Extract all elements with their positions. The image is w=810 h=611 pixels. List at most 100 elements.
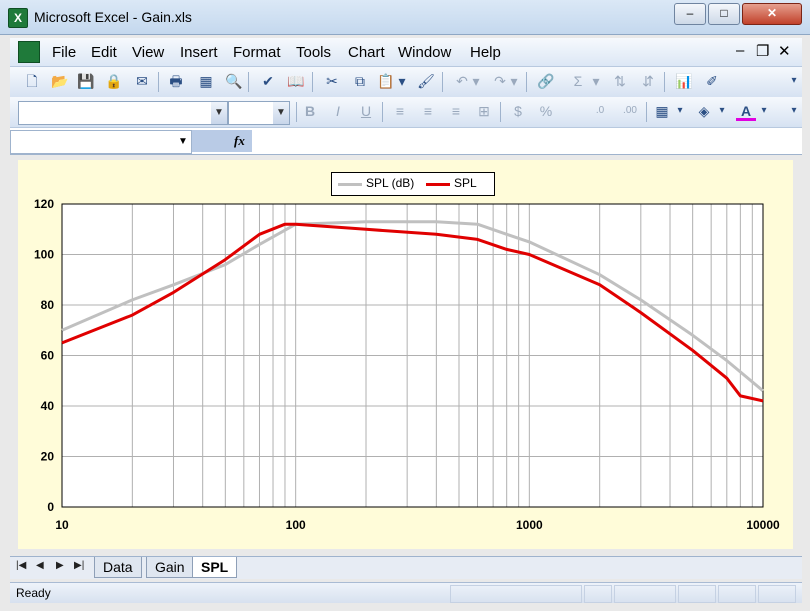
sort-descending-icon[interactable]: ⇵	[638, 71, 658, 91]
spelling-icon[interactable]: ✔	[258, 71, 278, 91]
italic-icon[interactable]: I	[328, 101, 348, 121]
align-left-icon[interactable]: ≡	[390, 101, 410, 121]
chart-area[interactable]: 0 20 40 60 80 100 120 10 100 1000 10000 SPL (dB) S…	[18, 160, 793, 549]
fx-icon[interactable]: fx	[234, 133, 245, 149]
workbook-close-button[interactable]: ✕	[778, 42, 791, 60]
last-sheet-icon[interactable]: ▶|	[74, 560, 84, 571]
title-bar: X Microsoft Excel - Gain.xls – □ ✕	[0, 0, 810, 35]
font-color-dropdown-icon[interactable]: ▾	[758, 101, 770, 121]
open-icon[interactable]: 📂	[50, 71, 70, 91]
align-right-icon[interactable]: ≡	[446, 101, 466, 121]
status-bar: Ready	[10, 582, 802, 603]
y-tick-label: 120	[34, 197, 54, 211]
paste-icon[interactable]: 📋	[376, 71, 396, 91]
menu-insert[interactable]: Insert	[180, 44, 218, 61]
close-button[interactable]: ✕	[742, 3, 802, 25]
tab-spl[interactable]: SPL	[192, 557, 238, 578]
redo-icon[interactable]: ↷	[490, 71, 510, 91]
permission-icon[interactable]: 🔒	[104, 71, 124, 91]
prev-sheet-icon[interactable]: ◀	[36, 560, 44, 571]
pdf-icon[interactable]: ▦	[196, 71, 216, 91]
hyperlink-icon[interactable]: 🔗	[536, 71, 556, 91]
drawing-icon[interactable]: ✐	[702, 71, 722, 91]
percent-icon[interactable]: %	[536, 101, 556, 121]
excel-app-icon[interactable]: X	[8, 8, 28, 28]
menu-tools[interactable]: Tools	[296, 44, 331, 61]
formula-bar: ▼ fx	[10, 128, 802, 155]
spl-chart[interactable]: 0 20 40 60 80 100 120 10 100 1000 10000	[18, 160, 793, 549]
autosum-icon[interactable]: Σ	[568, 71, 588, 91]
workbook-restore-button[interactable]: ❐	[756, 42, 769, 60]
workbook-icon[interactable]	[18, 41, 40, 63]
font-color-icon[interactable]: A	[736, 101, 756, 121]
paste-dropdown-icon[interactable]: ▾	[396, 71, 408, 91]
font-name-combo[interactable]: ▼	[18, 101, 228, 125]
save-icon[interactable]: 💾	[76, 71, 96, 91]
redo-dropdown-icon[interactable]: ▾	[508, 71, 520, 91]
status-cell	[718, 585, 756, 603]
decrease-decimal-icon[interactable]: .00	[620, 101, 640, 121]
fill-color-dropdown-icon[interactable]: ▾	[716, 101, 728, 121]
new-icon[interactable]: 🗋	[22, 71, 42, 91]
increase-decimal-icon[interactable]: .0	[590, 101, 610, 121]
workbook-minimize-button[interactable]: –	[736, 42, 744, 59]
cut-icon[interactable]: ✂	[322, 71, 342, 91]
print-preview-icon[interactable]: 🔍	[224, 71, 244, 91]
bold-icon[interactable]: B	[300, 101, 320, 121]
merge-center-icon[interactable]: ⊞	[474, 101, 494, 121]
menu-chart[interactable]: Chart	[348, 44, 385, 61]
borders-dropdown-icon[interactable]: ▾	[674, 101, 686, 121]
x-tick-label: 10000	[746, 518, 780, 532]
formatting-toolbar: ▼ ▼ B I U ≡ ≡ ≡ ⊞ $ % .0 .00 ▦ ▾ ◈ ▾ A ▾…	[10, 97, 802, 128]
name-box[interactable]: ▼	[10, 130, 192, 154]
legend-line-spl	[426, 183, 450, 186]
menu-format[interactable]: Format	[233, 44, 281, 61]
research-icon[interactable]: 📖	[286, 71, 306, 91]
y-tick-label: 40	[41, 399, 55, 413]
borders-icon[interactable]: ▦	[652, 101, 672, 121]
tab-gain[interactable]: Gain	[146, 557, 194, 578]
separator	[526, 72, 527, 92]
undo-icon[interactable]: ↶	[452, 71, 472, 91]
copy-icon[interactable]: ⧉	[350, 71, 370, 91]
separator	[296, 102, 297, 122]
status-cell	[450, 585, 582, 603]
sort-ascending-icon[interactable]: ⇅	[610, 71, 630, 91]
underline-icon[interactable]: U	[356, 101, 376, 121]
chevron-down-icon[interactable]: ▼	[175, 131, 191, 153]
print-icon[interactable]: 🖶	[166, 71, 186, 91]
currency-icon[interactable]: $	[508, 101, 528, 121]
autosum-dropdown-icon[interactable]: ▾	[590, 71, 602, 91]
y-tick-label: 0	[47, 500, 54, 514]
menu-file[interactable]: File	[52, 44, 76, 61]
font-size-combo[interactable]: ▼	[228, 101, 290, 125]
menu-help[interactable]: Help	[470, 44, 501, 61]
toolbar-options-icon[interactable]: ▾	[788, 101, 800, 121]
legend-label-spl: SPL	[454, 176, 477, 190]
menu-edit[interactable]: Edit	[91, 44, 117, 61]
chevron-down-icon[interactable]: ▼	[211, 102, 227, 124]
next-sheet-icon[interactable]: ▶	[56, 560, 64, 571]
menu-window[interactable]: Window	[398, 44, 451, 61]
legend-label-spl-db: SPL (dB)	[366, 176, 415, 190]
menu-bar: File Edit View Insert Format Tools Chart…	[10, 38, 802, 67]
first-sheet-icon[interactable]: |◀	[16, 560, 26, 571]
align-center-icon[interactable]: ≡	[418, 101, 438, 121]
chart-legend[interactable]: SPL (dB) SPL	[331, 172, 495, 196]
formula-input[interactable]	[256, 130, 800, 152]
y-tick-label: 20	[41, 450, 55, 464]
fill-color-icon[interactable]: ◈	[694, 101, 714, 121]
menu-view[interactable]: View	[132, 44, 164, 61]
undo-dropdown-icon[interactable]: ▾	[470, 71, 482, 91]
status-cell	[758, 585, 796, 603]
toolbar-options-icon[interactable]: ▾	[788, 71, 800, 91]
email-icon[interactable]: ✉	[132, 71, 152, 91]
tab-data[interactable]: Data	[94, 557, 142, 578]
maximize-button[interactable]: □	[708, 3, 740, 25]
format-painter-icon[interactable]: 🖌	[416, 71, 436, 91]
window-title: Microsoft Excel - Gain.xls	[34, 9, 192, 25]
chart-wizard-icon[interactable]: 📊	[674, 71, 694, 91]
minimize-button[interactable]: –	[674, 3, 706, 25]
chevron-down-icon[interactable]: ▼	[273, 102, 289, 124]
x-tick-label: 100	[286, 518, 306, 532]
